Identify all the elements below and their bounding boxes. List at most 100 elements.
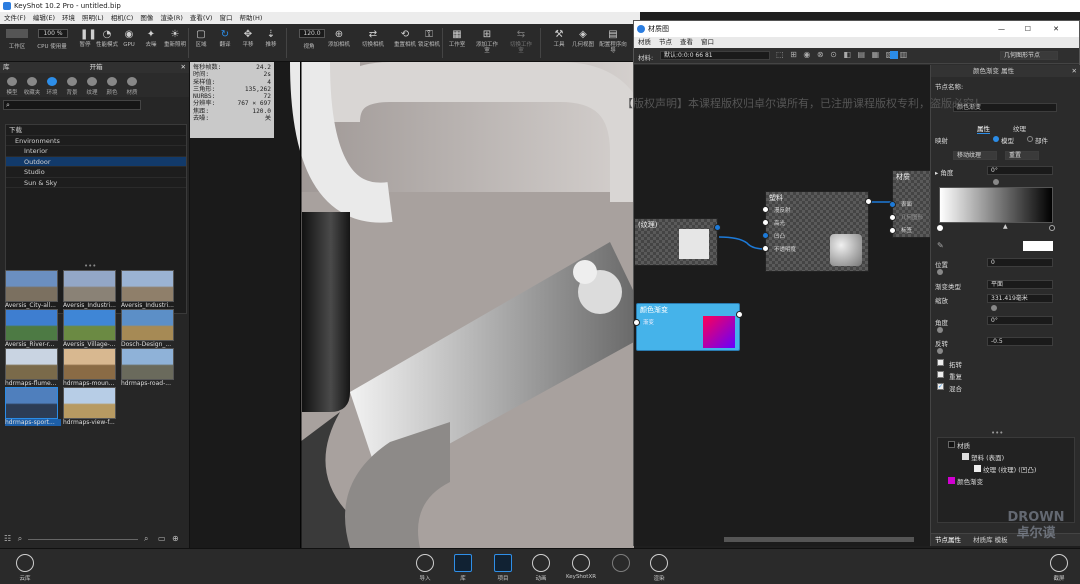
- environment-thumbnail[interactable]: [121, 348, 174, 380]
- texture-node[interactable]: (纹理): [634, 218, 721, 266]
- keyshotxr-button[interactable]: KeyShotXR: [564, 554, 598, 580]
- graph-menu-material[interactable]: 材质: [638, 37, 651, 48]
- radio-part[interactable]: [1027, 136, 1033, 142]
- environment-thumbnail[interactable]: [63, 387, 116, 419]
- toolbar-pause[interactable]: ❚❚ 暂停: [74, 30, 96, 49]
- gradient-stop-right[interactable]: [1049, 225, 1055, 231]
- tab-texture[interactable]: 纹理: [1013, 123, 1026, 133]
- position-field[interactable]: 0: [987, 258, 1053, 267]
- toolbar-region[interactable]: ▢ 区域: [190, 30, 212, 49]
- panel-close-icon[interactable]: ✕: [181, 62, 186, 73]
- port-opacity[interactable]: [762, 245, 769, 252]
- port-diffuse[interactable]: [762, 206, 769, 213]
- toolbar-pan[interactable]: ✥ 平移: [237, 30, 259, 49]
- disabled-button[interactable]: [604, 554, 638, 574]
- toolbar-add-camera[interactable]: ⊕ 添加相机: [328, 30, 350, 49]
- toolbar-workspace[interactable]: 工作区: [6, 44, 28, 50]
- tree-item-material[interactable]: 材质: [957, 442, 970, 450]
- gradient-ramp[interactable]: [939, 187, 1053, 223]
- toolbar-lock-camera[interactable]: ⚿ 锁定相机: [418, 30, 440, 49]
- properties-splitter[interactable]: •••: [991, 429, 1003, 437]
- menu-view[interactable]: 查看(V): [190, 12, 213, 24]
- tree-item-texture[interactable]: 纹理 (纹理) (凹凸): [983, 466, 1036, 474]
- move-texture-button[interactable]: 移动纹理: [953, 151, 997, 160]
- graph-menu-view[interactable]: 查看: [680, 37, 693, 48]
- splitter-handle[interactable]: •••: [84, 262, 96, 270]
- material-preview-icon[interactable]: [890, 51, 898, 59]
- tab-textures[interactable]: 纹理: [82, 75, 102, 96]
- toolbar-gpu[interactable]: ◉ GPU: [118, 30, 140, 49]
- render-button[interactable]: 渲染: [642, 554, 676, 582]
- thumbnail-size-slider[interactable]: [28, 539, 138, 540]
- menu-environment[interactable]: 环境: [62, 12, 75, 24]
- menu-help[interactable]: 帮助(H): [239, 12, 262, 24]
- import-button[interactable]: 导入: [408, 554, 442, 582]
- angle-slider[interactable]: [993, 179, 999, 185]
- menu-window[interactable]: 窗口: [219, 12, 232, 24]
- tab-materials[interactable]: 材质: [122, 75, 142, 96]
- scale-field[interactable]: 331.419毫米: [987, 294, 1053, 303]
- menu-camera[interactable]: 相机(C): [111, 12, 134, 24]
- gradient-output-port[interactable]: [736, 311, 743, 318]
- toolbar-configurator-wizard[interactable]: ▤ 配置程序向导: [598, 30, 628, 55]
- project-button[interactable]: 项目: [486, 554, 520, 582]
- tree-item-environments[interactable]: Environments: [6, 136, 186, 146]
- cloud-library-button[interactable]: 云库: [8, 554, 42, 582]
- maximize-icon[interactable]: ☐: [1025, 21, 1031, 37]
- animation-button[interactable]: 动画: [524, 554, 558, 582]
- angle-field-2[interactable]: 0°: [987, 316, 1053, 325]
- environment-thumbnail[interactable]: [5, 348, 58, 380]
- position-slider[interactable]: [937, 269, 943, 275]
- eyedropper-icon[interactable]: ✎: [937, 241, 944, 250]
- grid-view-icon[interactable]: ☷: [4, 534, 11, 543]
- environment-thumbnail[interactable]: [5, 309, 58, 341]
- port-label[interactable]: [889, 227, 896, 234]
- environment-thumbnail[interactable]: [5, 270, 58, 302]
- gradient-input-port[interactable]: [633, 319, 640, 326]
- toolbar-perspective[interactable]: 视角: [294, 44, 324, 50]
- checkbox-invert[interactable]: [937, 359, 944, 366]
- library-search-input[interactable]: ⌕: [3, 100, 141, 110]
- toolbar-reset-camera[interactable]: ⟲ 重置相机: [394, 30, 416, 49]
- tab-environments[interactable]: 环境: [42, 75, 62, 96]
- angle-field[interactable]: 0°: [987, 166, 1053, 175]
- material-selector[interactable]: 默认:0:0:0 66 81: [660, 51, 770, 60]
- menu-edit[interactable]: 编辑(E): [33, 12, 55, 24]
- radio-model[interactable]: [993, 136, 999, 142]
- scale-slider[interactable]: [991, 305, 997, 311]
- gradient-stop-left[interactable]: [937, 225, 943, 231]
- toolbar-dolly[interactable]: ⇣ 推移: [260, 30, 282, 49]
- color-gradient-node[interactable]: 颜色渐变 渐变: [633, 303, 743, 351]
- toolbar-tools[interactable]: ⚒ 工具: [548, 30, 570, 49]
- tab-properties[interactable]: 属性: [977, 123, 990, 134]
- geometry-node-button[interactable]: 几何图形节点: [1000, 51, 1058, 60]
- canvas-horizontal-scrollbar[interactable]: [724, 537, 914, 542]
- minimize-icon[interactable]: —: [998, 21, 1005, 37]
- port-surface[interactable]: [889, 201, 896, 208]
- environment-thumbnail[interactable]: [63, 348, 116, 380]
- library-button[interactable]: 库: [446, 554, 480, 582]
- cpu-usage-field[interactable]: 100 %: [38, 29, 68, 38]
- checkbox-repeat[interactable]: [937, 371, 944, 378]
- graph-menu-window[interactable]: 窗口: [701, 37, 714, 48]
- tab-colors[interactable]: 颜色: [102, 75, 122, 96]
- menu-lighting[interactable]: 照明(L): [82, 12, 104, 24]
- offset-field[interactable]: -0.5: [987, 337, 1053, 346]
- tree-item-outdoor[interactable]: Outdoor: [6, 156, 186, 167]
- environment-thumbnail[interactable]: [5, 387, 58, 419]
- tree-item-gradient[interactable]: 颜色渐变: [957, 478, 983, 486]
- angle-slider-2[interactable]: [937, 327, 943, 333]
- tab-models[interactable]: 模型: [2, 75, 22, 96]
- gradient-type-dropdown[interactable]: 平面: [987, 280, 1053, 289]
- port-geometry[interactable]: [889, 214, 896, 221]
- toolbar-studio[interactable]: ▦ 工作室: [446, 30, 468, 49]
- tree-item-sun-sky[interactable]: Sun & Sky: [6, 178, 186, 188]
- menu-image[interactable]: 图像: [140, 12, 153, 24]
- gradient-midpoint-marker[interactable]: ▲: [1003, 223, 1008, 230]
- toolbar-switch-camera[interactable]: ⇄ 切换相机: [362, 30, 384, 49]
- reset-button[interactable]: 重置: [1005, 151, 1039, 160]
- fov-field[interactable]: 120.0: [299, 29, 325, 38]
- texture-output-port[interactable]: [714, 224, 721, 231]
- folder-icon[interactable]: ▭: [158, 534, 166, 543]
- angle-section-label[interactable]: ▸ 角度: [935, 167, 953, 177]
